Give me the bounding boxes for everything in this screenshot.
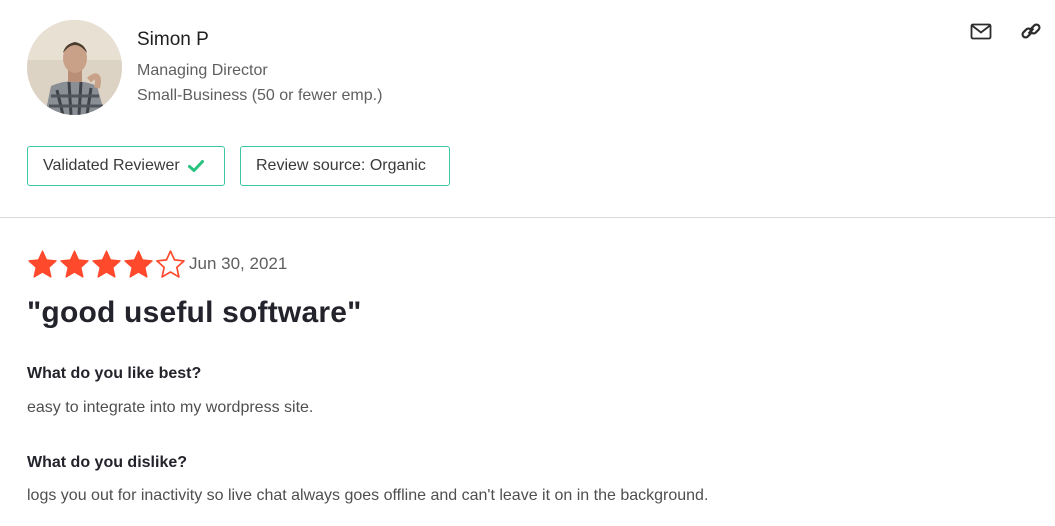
reviewer-profile: Simon P Managing Director Small-Business… — [0, 0, 1055, 218]
check-icon — [187, 159, 204, 173]
star-empty-icon — [156, 250, 185, 278]
question-answer: logs you out for inactivity so live chat… — [27, 487, 709, 504]
avatar[interactable] — [27, 20, 122, 115]
review-title: "good useful software" — [27, 296, 362, 329]
reviewer-title: Managing Director — [137, 62, 268, 79]
star-rating — [27, 249, 186, 279]
star-filled-icon — [124, 250, 153, 278]
star-filled-icon — [60, 250, 89, 278]
question-label: What do you like best? — [27, 365, 202, 382]
link-icon[interactable] — [1019, 19, 1043, 43]
reviewer-company-size: Small-Business (50 or fewer emp.) — [137, 87, 383, 104]
validated-reviewer-label: Validated Reviewer — [43, 157, 180, 174]
review-source-badge: Review source: Organic — [240, 146, 450, 186]
question-answer: easy to integrate into my wordpress site… — [27, 399, 314, 416]
question-label: What do you dislike? — [27, 454, 188, 471]
review-source-label: Review source: Organic — [256, 157, 426, 174]
star-filled-icon — [92, 250, 121, 278]
star-filled-icon — [28, 250, 57, 278]
reviewer-name: Simon P — [137, 29, 209, 50]
mail-icon[interactable] — [969, 20, 993, 44]
avatar-photo — [27, 20, 122, 115]
review-date: Jun 30, 2021 — [189, 254, 288, 273]
validated-reviewer-badge: Validated Reviewer — [27, 146, 225, 186]
